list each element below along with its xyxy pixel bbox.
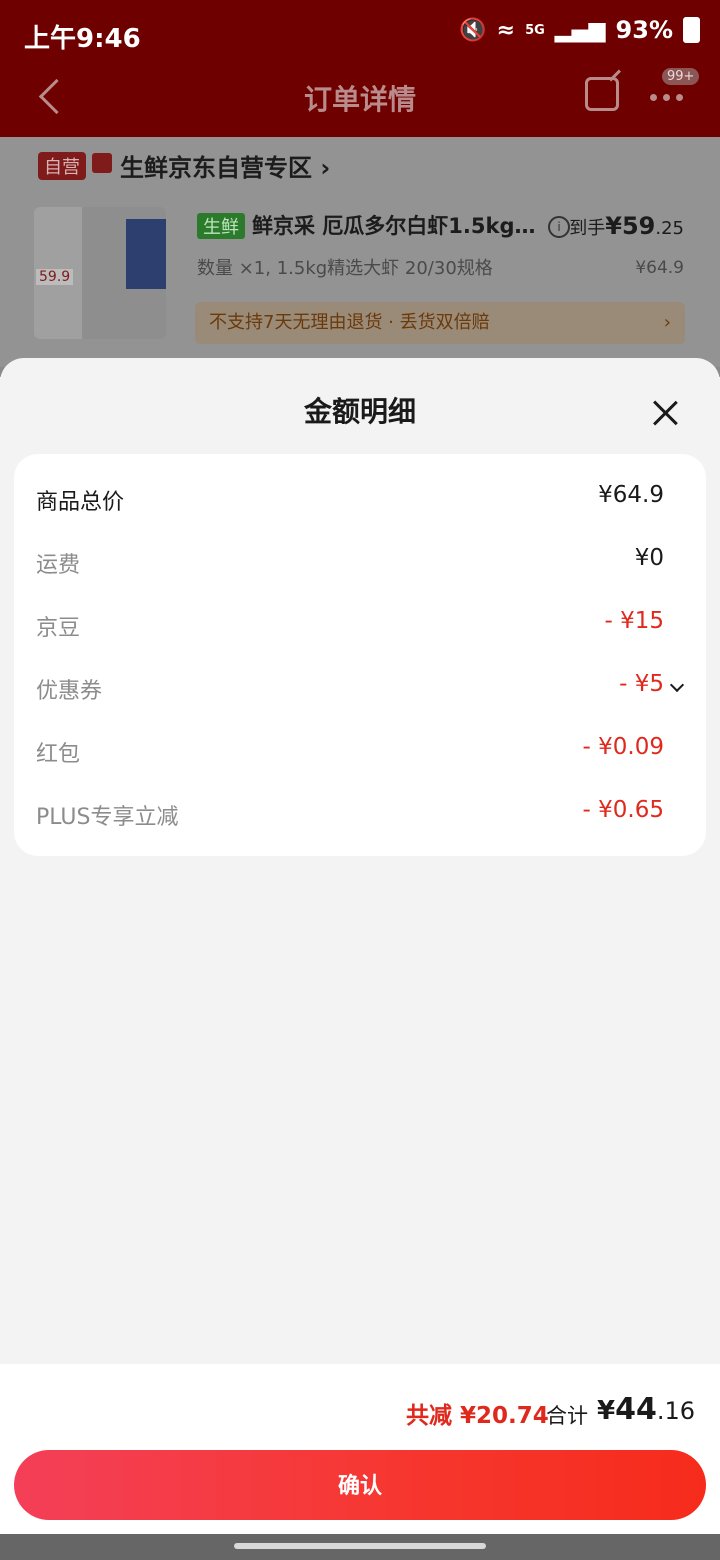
chevron-down-icon[interactable]	[669, 677, 685, 693]
status-icons: 🔇 ≈ 5G ▂▄▆ 93%	[459, 16, 700, 44]
row-label: 红包	[36, 742, 81, 767]
fresh-tag: 生鲜	[197, 213, 245, 239]
row-red-packet: 红包 - ¥0.09	[14, 730, 706, 770]
top-bar: 上午9:46 🔇 ≈ 5G ▂▄▆ 93% 订单详情 99+	[0, 0, 720, 137]
original-price: ¥64.9	[635, 258, 684, 278]
footer-bar: 共减 ¥20.74 合计 ¥44.16 确认	[0, 1364, 720, 1534]
battery-percent: 93%	[615, 16, 673, 44]
amount-detail-sheet: 金额明细 商品总价 ¥64.9 运费 ¥0 京豆 - ¥15 优惠券 - ¥5 …	[0, 358, 720, 1534]
mute-icon: 🔇	[459, 17, 487, 43]
more-icon[interactable]	[650, 94, 683, 101]
battery-icon	[683, 17, 700, 43]
row-value: - ¥0.09	[582, 734, 664, 760]
share-icon[interactable]	[585, 77, 619, 111]
row-value: - ¥15	[604, 608, 664, 634]
row-value: ¥64.9	[598, 482, 664, 508]
nav-bar: 订单详情 99+	[0, 60, 720, 137]
row-label: 商品总价	[36, 490, 125, 515]
confirm-button[interactable]: 确认	[14, 1450, 706, 1520]
total-label: 合计	[546, 1404, 588, 1428]
product-title[interactable]: 鲜京采 厄瓜多尔白虾1.5kg...	[252, 210, 537, 240]
product-image-price: 59.9	[36, 269, 74, 285]
arrival-price: 到手¥59.25	[569, 212, 684, 240]
product-spec: 数量 ×1, 1.5kg精选大虾 20/30规格	[197, 258, 493, 279]
signal-icon: ▂▄▆	[554, 17, 606, 43]
status-time: 上午9:46	[24, 24, 141, 54]
row-value: ¥0	[634, 545, 664, 571]
close-icon[interactable]	[652, 400, 678, 426]
store-name[interactable]: 生鲜京东自营专区 ›	[120, 148, 330, 183]
message-badge: 99+	[662, 68, 700, 85]
row-goods-total: 商品总价 ¥64.9	[14, 478, 706, 518]
order-background: 自营 生鲜京东自营专区 › 59.9 生鲜 鲜京采 厄瓜多尔白虾1.5kg...…	[0, 137, 720, 377]
chevron-right-icon: ›	[663, 312, 671, 333]
row-shipping: 运费 ¥0	[14, 541, 706, 581]
row-coupon[interactable]: 优惠券 - ¥5	[14, 667, 706, 707]
total-savings: 共减 ¥20.74	[406, 1403, 549, 1429]
store-icon	[92, 153, 112, 173]
amount-detail-card: 商品总价 ¥64.9 运费 ¥0 京豆 - ¥15 优惠券 - ¥5 红包 - …	[14, 454, 706, 856]
total-amount: ¥44.16	[597, 1392, 696, 1427]
return-policy-note[interactable]: 不支持7天无理由退货 · 丢货双倍赔 ›	[195, 302, 685, 344]
product-image[interactable]: 59.9	[34, 207, 166, 339]
sheet-title: 金额明细	[303, 395, 416, 428]
order-card: 自营 生鲜京东自营专区 › 59.9 生鲜 鲜京采 厄瓜多尔白虾1.5kg...…	[0, 137, 720, 367]
self-run-tag: 自营	[38, 152, 86, 180]
row-value: - ¥0.65	[582, 797, 664, 823]
row-jingdou: 京豆 - ¥15	[14, 604, 706, 644]
row-label: 优惠券	[36, 679, 103, 704]
wifi-icon: ≈	[496, 17, 516, 43]
info-icon[interactable]: i	[548, 216, 570, 238]
network-label: 5G	[525, 22, 545, 38]
row-label: 京豆	[36, 616, 81, 641]
row-label: 运费	[36, 553, 81, 578]
home-indicator[interactable]	[234, 1543, 486, 1549]
row-label: PLUS专享立减	[36, 805, 179, 830]
row-plus-discount: PLUS专享立减 - ¥0.65	[14, 793, 706, 833]
system-nav-area	[0, 1534, 720, 1560]
row-value: - ¥5	[619, 671, 664, 697]
